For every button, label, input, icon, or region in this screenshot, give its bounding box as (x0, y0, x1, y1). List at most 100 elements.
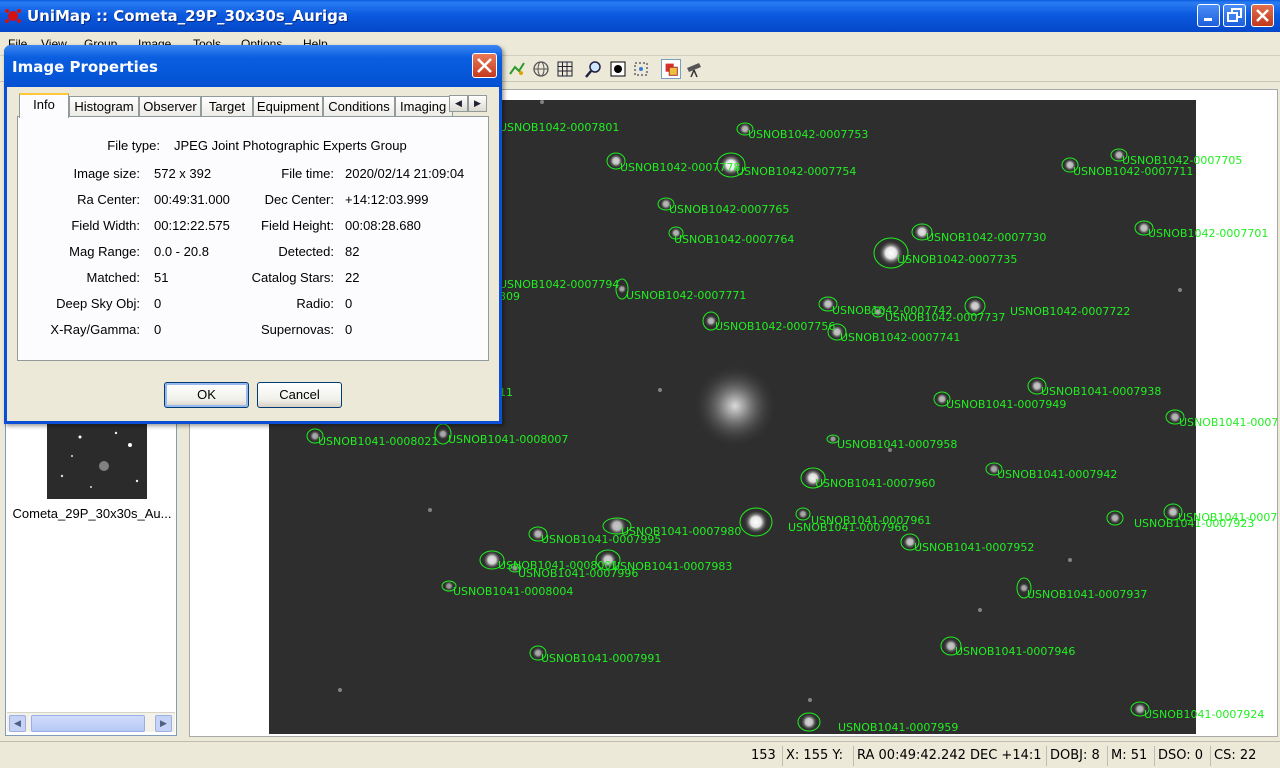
star-label[interactable]: USNOB1041-0007966 (788, 521, 908, 534)
star-label[interactable]: USNOB1041-0008021 (318, 435, 438, 448)
star-label[interactable]: USNOB1041-0007942 (997, 468, 1117, 481)
unimap-app-icon (5, 9, 21, 23)
star-label[interactable]: USNOB1042-0007771 (626, 289, 746, 302)
star-label[interactable]: USNOB1041-0007952 (914, 541, 1034, 554)
select-area-icon[interactable] (631, 59, 651, 79)
mag-range-label: Mag Range: (69, 244, 140, 259)
star-label[interactable]: USNOB1041-0007996 (518, 567, 638, 580)
star-label[interactable]: USNOB1041-000792 (1178, 511, 1277, 524)
star-label[interactable]: USNOB1041-0007960 (815, 477, 935, 490)
dialog-close-button[interactable] (472, 53, 497, 78)
detected-label: Detected: (278, 244, 334, 259)
dialog-title-bar[interactable]: Image Properties (4, 45, 502, 87)
scroll-left-button[interactable]: ◀ (9, 715, 26, 732)
match-stars-icon[interactable] (507, 59, 527, 79)
star-point (1109, 512, 1121, 524)
star-label[interactable]: USNOB1041-0007946 (955, 645, 1075, 658)
ok-button[interactable]: OK (164, 382, 249, 408)
star-label[interactable]: USNOB1041-0007991 (541, 652, 661, 665)
star-label[interactable]: USNOB1042-0007765 (669, 203, 789, 216)
window-title: UniMap :: Cometa_29P_30x30s_Auriga (27, 7, 349, 25)
restore-icon (1227, 8, 1242, 22)
star-label[interactable]: USNOB1041-0008004 (453, 585, 573, 598)
image-thumbnail[interactable] (47, 421, 147, 499)
scroll-thumb[interactable] (31, 715, 145, 732)
star-label[interactable]: USNOB1042-0007754 (736, 165, 856, 178)
status-dobj: DOBJ: 8 (1046, 746, 1106, 766)
star-label[interactable]: USNOB1041-000792 (1179, 416, 1277, 429)
tab-histogram[interactable]: Histogram (69, 96, 139, 117)
field-height-value: 00:08:28.680 (345, 218, 421, 233)
status-xy: X: 155 Y: (782, 746, 852, 766)
minimize-button[interactable] (1197, 4, 1220, 27)
star-label[interactable]: USNOB1042-0007756 (715, 320, 835, 333)
background-star (978, 608, 982, 612)
star-label[interactable]: USNOB1042-0007737 (885, 311, 1005, 324)
star-label[interactable]: USNOB1041-0007924 (1144, 708, 1264, 721)
image-size-value: 572 x 392 (154, 166, 212, 181)
dialog-body: Info Histogram Observer Target Equipment… (7, 87, 499, 421)
matched-value: 51 (154, 270, 169, 285)
star-label[interactable]: USNOB1041-0007958 (837, 438, 957, 451)
star-label[interactable]: USNOB1041-0007995 (541, 533, 661, 546)
star-label[interactable]: USNOB1041-0007937 (1027, 588, 1147, 601)
star-label[interactable]: USNOB1041-0007938 (1041, 385, 1161, 398)
zoom-icon[interactable] (584, 59, 604, 79)
invert-icon[interactable] (608, 59, 628, 79)
tab-scroll-left-button[interactable]: ◀ (449, 95, 468, 112)
star-point (828, 434, 838, 444)
catalog-stars-value: 22 (345, 270, 360, 285)
file-type-label: File type: (107, 138, 160, 153)
star-point (797, 508, 809, 520)
supernovas-label: Supernovas: (261, 322, 334, 337)
star-label[interactable]: USNOB1042-0007730 (926, 231, 1046, 244)
window-title-bar[interactable]: UniMap :: Cometa_29P_30x30s_Auriga (0, 0, 1280, 32)
star-label[interactable]: USNOB1042-0007741 (840, 331, 960, 344)
restore-button[interactable] (1223, 4, 1246, 27)
tab-conditions[interactable]: Conditions (323, 96, 395, 117)
tab-scroll-buttons: ◀ ▶ (449, 95, 489, 113)
tab-scroll-right-button[interactable]: ▶ (468, 95, 487, 112)
star-label[interactable]: USNOB1042-0007711 (1073, 165, 1193, 178)
tab-equipment[interactable]: Equipment (253, 96, 323, 117)
close-window-button[interactable] (1251, 4, 1274, 27)
file-time-label: File time: (281, 166, 334, 181)
image-properties-dialog: Image Properties Info Histogram Observer… (4, 45, 502, 424)
globe-icon[interactable] (531, 59, 551, 79)
file-type-value: JPEG Joint Photographic Experts Group (174, 138, 407, 153)
file-time-value: 2020/02/14 21:09:04 (345, 166, 465, 181)
ra-center-label: Ra Center: (77, 192, 140, 207)
star-label[interactable]: USNOB1041-0007949 (946, 398, 1066, 411)
star-label[interactable]: 309 (499, 290, 520, 303)
star-label[interactable]: USNOB1042-0007701 (1148, 227, 1268, 240)
thumbnail-label: Cometa_29P_30x30s_Au... (12, 506, 172, 521)
left-panel-scrollbar[interactable]: ◀ ▶ (7, 712, 175, 732)
star-label[interactable]: USNOB1041-0008007 (448, 433, 568, 446)
scroll-right-button[interactable]: ▶ (155, 715, 172, 732)
layers-icon[interactable] (661, 59, 681, 79)
tab-observer[interactable]: Observer (139, 96, 201, 117)
grid-icon[interactable] (555, 59, 575, 79)
cancel-button[interactable]: Cancel (257, 382, 342, 408)
comet-coma (693, 364, 777, 448)
thumbnail-image (47, 421, 147, 499)
background-star (1068, 558, 1072, 562)
background-star (658, 388, 662, 392)
star-label[interactable]: USNOB1042-0007722 (1010, 305, 1130, 318)
star-label[interactable]: USNOB1042-0007753 (748, 128, 868, 141)
tab-target[interactable]: Target (201, 96, 253, 117)
star-label[interactable]: USNOB1041-0007959 (838, 721, 958, 734)
xray-gamma-value: 0 (154, 322, 162, 337)
matched-label: Matched: (86, 270, 140, 285)
background-star (808, 698, 812, 702)
tab-imaging[interactable]: Imaging (395, 96, 453, 117)
star-label[interactable]: USNOB1042-0007778 (620, 161, 740, 174)
tab-info[interactable]: Info (19, 93, 69, 118)
close-icon (477, 58, 492, 73)
star-point (437, 428, 449, 440)
xray-gamma-label: X-Ray/Gamma: (50, 322, 140, 337)
star-label[interactable]: USNOB1042-0007735 (897, 253, 1017, 266)
telescope-icon[interactable] (685, 59, 705, 79)
star-label[interactable]: USNOB1042-0007764 (674, 233, 794, 246)
star-label[interactable]: USNOB1042-0007801 (499, 121, 619, 134)
